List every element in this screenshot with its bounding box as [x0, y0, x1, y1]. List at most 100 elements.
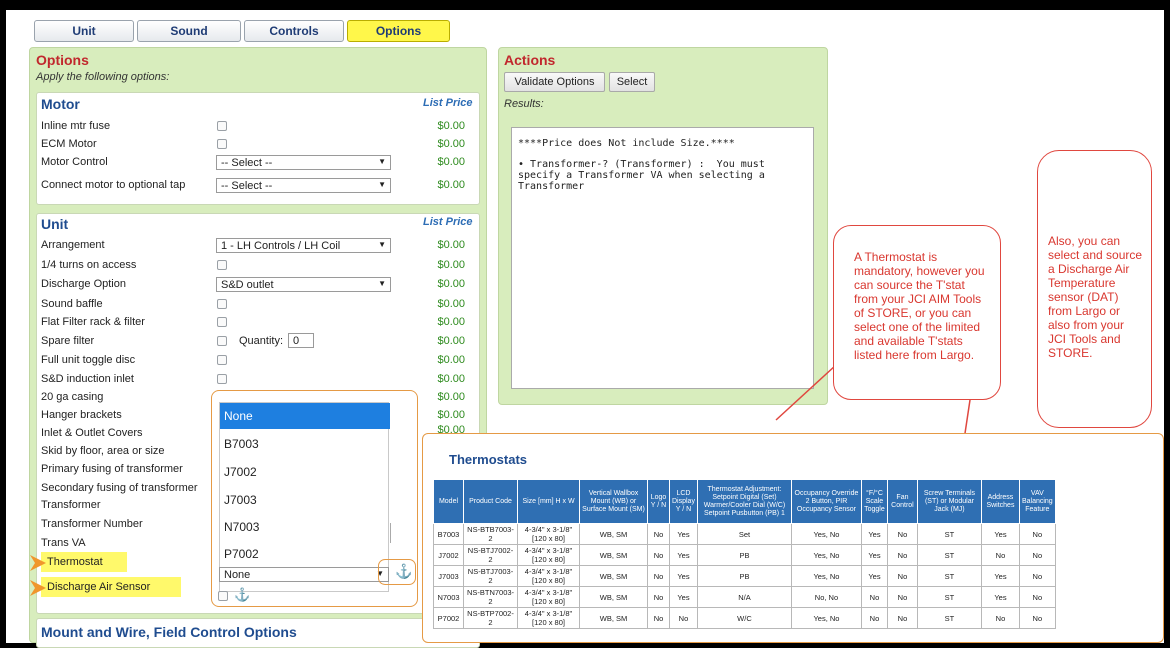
chevron-down-icon: ▼: [378, 157, 386, 166]
table-cell: No: [1018, 565, 1056, 587]
unit-row-price: $0.00: [437, 239, 465, 251]
unit-title: Unit: [41, 216, 69, 232]
table-cell: No: [886, 607, 918, 629]
table-cell: No: [980, 544, 1020, 566]
table-cell: 4-3/4" x 3-1/8" [120 x 80]: [517, 565, 580, 587]
inline-mtr-fuse-checkbox[interactable]: [217, 121, 227, 131]
table-cell: Yes, No: [790, 523, 862, 545]
motor-row-label: Connect motor to optional tap: [41, 179, 186, 191]
table-cell: No: [647, 607, 670, 629]
table-cell: No: [647, 544, 670, 566]
thermostat-select[interactable]: None ▼: [219, 567, 389, 582]
table-cell: No: [647, 565, 670, 587]
table-cell: ST: [916, 565, 982, 587]
options-subtitle: Apply the following options:: [36, 71, 170, 83]
table-cell: No: [1018, 586, 1056, 608]
table-cell: NS-BTP7002-2: [463, 607, 518, 629]
connect-motor-tap-select-value: -- Select --: [221, 179, 273, 192]
unit-row-label: Transformer Number: [41, 518, 143, 530]
thermostat-option[interactable]: P7002: [220, 541, 390, 567]
thermostat-option[interactable]: B7003: [220, 431, 390, 457]
thermostat-option[interactable]: N7003: [220, 514, 390, 540]
table-cell: J7003: [433, 565, 464, 587]
tab-sound[interactable]: Sound: [137, 20, 241, 42]
select-button[interactable]: Select: [609, 72, 655, 92]
discharge-air-sensor-checkbox[interactable]: [218, 591, 228, 601]
motor-row-price: $0.00: [437, 179, 465, 191]
table-cell: No: [647, 586, 670, 608]
column-header: Size [mm] H x W: [517, 479, 580, 524]
column-header: Fan Control: [886, 479, 918, 524]
table-row: P7002 NS-BTP7002-2 4-3/4" x 3-1/8" [120 x …: [433, 607, 1056, 629]
column-header: LCD Display Y / N: [669, 479, 698, 524]
motor-title: Motor: [41, 96, 80, 112]
unit-row-label: Discharge Option: [41, 278, 126, 290]
chevron-down-icon: ▼: [378, 240, 386, 249]
unit-row-label: S&D induction inlet: [41, 373, 134, 385]
results-line: ****Price does Not include Size.****: [518, 138, 735, 149]
chevron-down-icon: ▼: [378, 180, 386, 189]
table-cell: WB, SM: [579, 523, 648, 545]
motor-control-select[interactable]: -- Select -- ▼: [216, 155, 391, 170]
flat-filter-checkbox[interactable]: [217, 317, 227, 327]
table-cell: ST: [916, 586, 982, 608]
unit-row-label: Arrangement: [41, 239, 105, 251]
unit-row-label: Inlet & Outlet Covers: [41, 427, 143, 439]
column-header: °F/°C Scale Toggle: [860, 479, 888, 524]
table-cell: Yes: [860, 523, 888, 545]
arrangement-select[interactable]: 1 - LH Controls / LH Coil ▼: [216, 238, 391, 253]
table-cell: NS-BTJ7003-2: [463, 565, 518, 587]
thermostat-option[interactable]: None: [220, 403, 390, 429]
table-cell: No: [1018, 544, 1056, 566]
validate-options-button[interactable]: Validate Options: [504, 72, 605, 92]
thermostats-title: Thermostats: [449, 452, 528, 467]
table-cell: Yes: [669, 565, 698, 587]
quantity-input[interactable]: 0: [288, 333, 314, 348]
thermostat-callout: A Thermostat is mandatory, however you c…: [833, 225, 1001, 400]
table-row: B7003 NS-BTB7003-2 4-3/4" x 3-1/8" [120 x …: [433, 523, 1056, 545]
table-cell: NS-BTB7003-2: [463, 523, 518, 545]
unit-row-label: Flat Filter rack & filter: [41, 316, 145, 328]
table-cell: WB, SM: [579, 544, 648, 566]
thermostat-option[interactable]: J7003: [220, 487, 390, 513]
unit-row-price: $0.00: [437, 391, 465, 403]
unit-row-price: $0.00: [437, 335, 465, 347]
table-cell: 4-3/4" x 3-1/8" [120 x 80]: [517, 607, 580, 629]
discharge-option-select[interactable]: S&D outlet ▼: [216, 277, 391, 292]
chevron-down-icon: ▼: [378, 279, 386, 288]
motor-row-price: $0.00: [437, 156, 465, 168]
unit-list-price-header: List Price: [423, 216, 473, 228]
full-unit-toggle-checkbox[interactable]: [217, 355, 227, 365]
column-header: VAV Balancing Feature: [1018, 479, 1056, 524]
table-cell: P7002: [433, 607, 464, 629]
table-cell: WB, SM: [579, 607, 648, 629]
table-cell: No: [860, 607, 888, 629]
turns-on-access-checkbox[interactable]: [217, 260, 227, 270]
column-header: Occupancy Override 2 Button, PIR Occupan…: [790, 479, 862, 524]
motor-control-select-value: -- Select --: [221, 156, 273, 169]
table-cell: NS-BTN7003-2: [463, 586, 518, 608]
unit-row-label: Primary fusing of transformer: [41, 463, 183, 475]
table-cell: N7003: [433, 586, 464, 608]
tab-unit[interactable]: Unit: [34, 20, 134, 42]
thermostat-options-list[interactable]: None B7003 J7002 J7003 N7003 P7002: [219, 402, 391, 592]
table-cell: NS-BTJ7002-2: [463, 544, 518, 566]
sound-baffle-checkbox[interactable]: [217, 299, 227, 309]
unit-row-label: Sound baffle: [41, 298, 103, 310]
table-cell: No, No: [790, 586, 862, 608]
quantity-label: Quantity:: [239, 335, 284, 347]
anchor-icon[interactable]: ⚓: [395, 563, 412, 580]
scrollbar[interactable]: [390, 523, 391, 543]
unit-row-price: $0.00: [437, 354, 465, 366]
table-cell: No: [647, 523, 670, 545]
spare-filter-checkbox[interactable]: [217, 336, 227, 346]
anchor-icon[interactable]: ⚓: [234, 587, 250, 603]
tab-controls[interactable]: Controls: [244, 20, 344, 42]
table-row: J7003 NS-BTJ7003-2 4-3/4" x 3-1/8" [120 x …: [433, 565, 1056, 587]
ecm-motor-checkbox[interactable]: [217, 139, 227, 149]
discharge-option-select-value: S&D outlet: [221, 278, 274, 291]
thermostat-option[interactable]: J7002: [220, 459, 390, 485]
connect-motor-tap-select[interactable]: -- Select -- ▼: [216, 178, 391, 193]
sd-induction-inlet-checkbox[interactable]: [217, 374, 227, 384]
tab-options[interactable]: Options: [347, 20, 450, 42]
